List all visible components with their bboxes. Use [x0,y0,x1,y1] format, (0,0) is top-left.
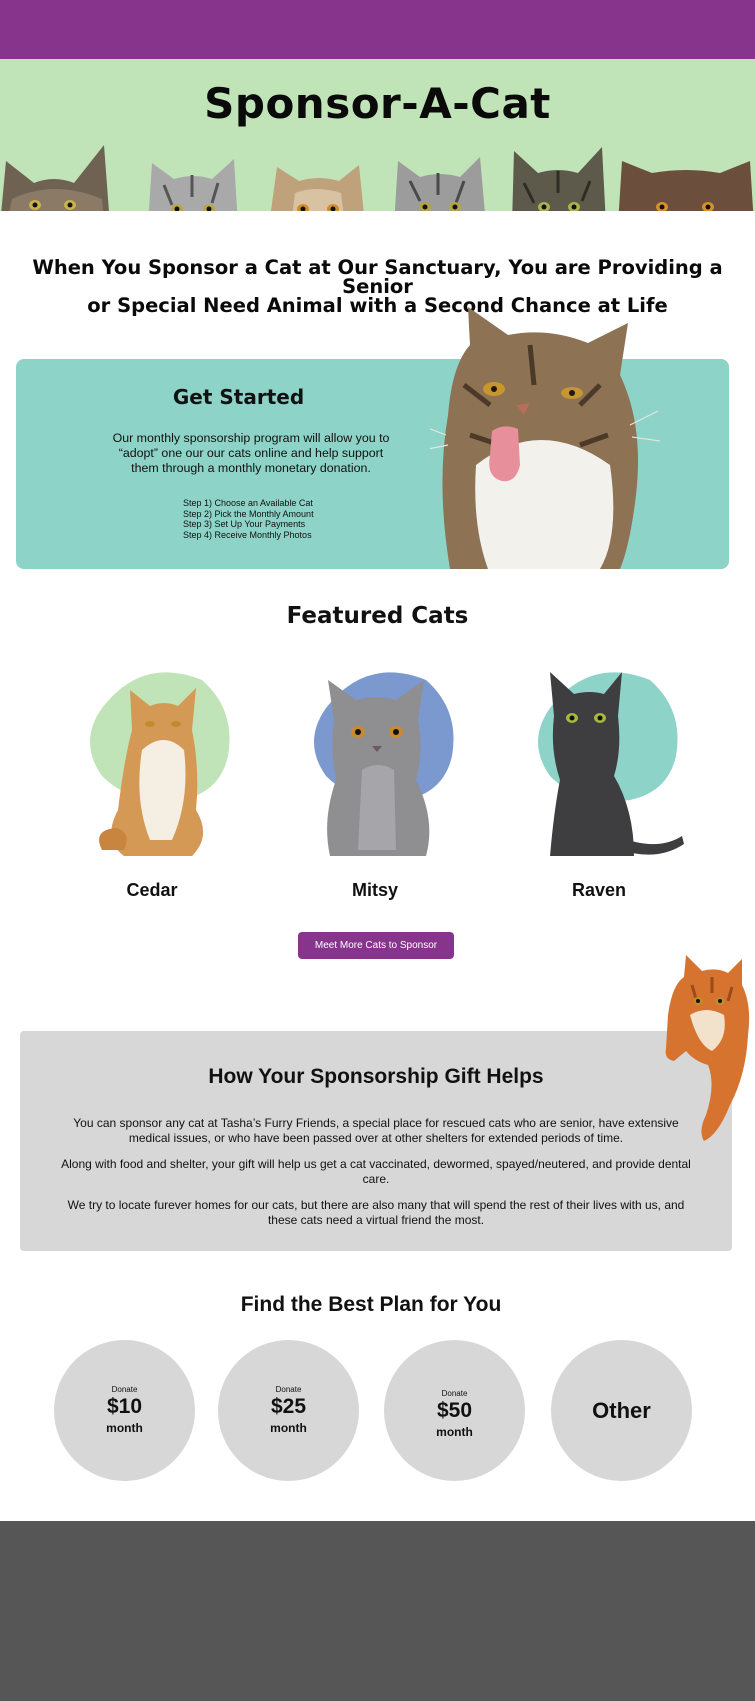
meet-more-cats-button[interactable]: Meet More Cats to Sponsor [298,932,454,959]
page-title: Sponsor-A-Cat [204,79,551,128]
get-started-description: Our monthly sponsorship program will all… [112,431,390,475]
hero-banner: Sponsor-A-Cat [0,59,755,211]
hanging-cat-image [665,955,750,1141]
cat-head-image [512,147,606,211]
hero-cat-heads [0,139,755,211]
plan-amount: $50 [436,1399,473,1422]
cat-photo-mitsy [314,672,454,856]
featured-cats-title: Featured Cats [286,603,469,629]
plan-option-25[interactable]: Donate $25 month [218,1340,359,1481]
cat-name: Mitsy [351,880,398,900]
step-item: Step 3) Set Up Your Payments [183,519,306,529]
sponsorship-gift-panel: How Your Sponsorship Gift Helps You can … [20,1031,732,1251]
featured-cat-card[interactable] [62,660,242,860]
cat-name: Cedar [126,880,178,900]
cat-photo-raven [538,672,684,856]
plan-option-other[interactable]: Other [551,1340,692,1481]
step-item: Step 4) Receive Monthly Photos [183,529,312,540]
plan-option-50[interactable]: Donate $50 month [384,1340,525,1481]
cat-head-image [618,161,754,211]
steps-list: Step 1) Choose an Available Cat Step 2) … [183,498,314,540]
licking-cat-image [430,307,660,569]
cat-photo-cedar [90,672,230,856]
step-item: Step 1) Choose an Available Cat [183,498,313,508]
plan-option-10[interactable]: Donate $10 month [54,1340,195,1481]
plan-amount: $25 [270,1395,307,1418]
get-started-title: Get Started [172,385,305,409]
plan-donate-label: Donate [441,1389,468,1398]
plan-other-label: Other [592,1398,651,1423]
plan-unit: month [436,1425,473,1439]
tagline-line: When You Sponsor a Cat at Our Sanctuary,… [32,256,723,298]
gift-paragraph: We try to locate furever homes for our c… [67,1198,685,1227]
top-nav-bar [0,0,755,59]
gift-paragraph: You can sponsor any cat at Tasha’s Furry… [73,1116,679,1145]
cat-head-image [270,165,364,211]
featured-cat-card[interactable] [510,660,690,860]
plan-unit: month [106,1421,143,1435]
page-footer [0,1521,755,1701]
plan-amount: $10 [106,1395,143,1418]
plan-unit: month [270,1421,307,1435]
plan-donate-label: Donate [111,1385,138,1394]
plan-donate-label: Donate [275,1385,302,1394]
cat-head-image [1,145,109,211]
gift-title: How Your Sponsorship Gift Helps [208,1065,544,1088]
step-item: Step 2) Pick the Monthly Amount [183,508,314,519]
plans-title: Find the Best Plan for You [240,1293,502,1316]
cat-name: Raven [571,880,627,900]
cat-head-image [394,157,485,211]
cat-head-image [148,159,238,211]
gift-paragraph: Along with food and shelter, your gift w… [61,1157,691,1186]
featured-cat-card[interactable] [286,660,466,860]
